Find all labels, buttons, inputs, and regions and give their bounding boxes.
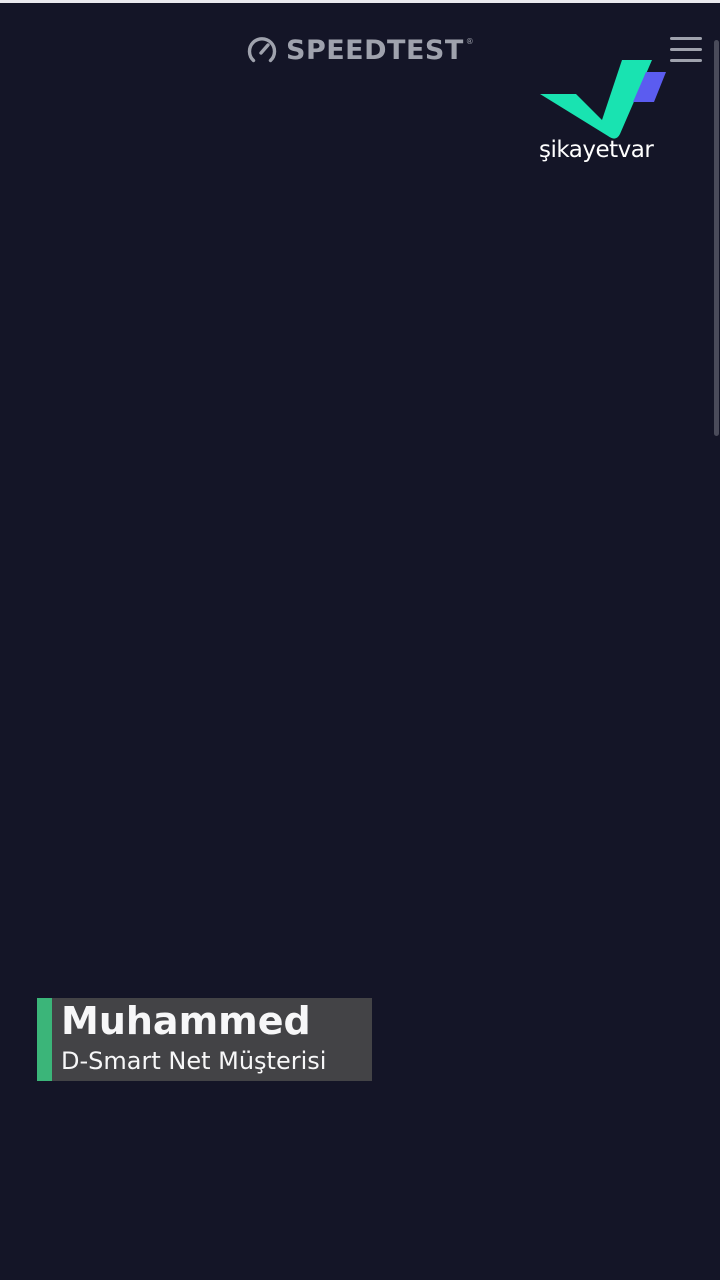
menu-bar [670, 59, 702, 62]
checkmark-logo-icon [540, 60, 666, 139]
brand-name: SPEEDTEST [286, 34, 464, 66]
scrollbar-thumb[interactable] [714, 40, 719, 436]
menu-bar [670, 37, 702, 40]
sikayetvar-watermark: şikayetvar [536, 58, 672, 170]
speaker-caption: Muhammed D-Smart Net Müşterisi [37, 998, 372, 1081]
watermark-text: şikayetvar [539, 137, 654, 163]
app-screen: SPEEDTEST ® şikayetvar Muhammed D-Smart … [0, 0, 720, 1280]
caption-accent-bar [37, 998, 52, 1081]
hamburger-menu-icon[interactable] [668, 35, 704, 65]
speedometer-icon [247, 37, 277, 63]
trademark-symbol: ® [465, 37, 474, 46]
speaker-role: D-Smart Net Müşterisi [61, 1047, 327, 1075]
menu-bar [670, 48, 702, 51]
brand-logo[interactable]: SPEEDTEST ® [246, 33, 474, 67]
speaker-name: Muhammed [61, 999, 311, 1043]
